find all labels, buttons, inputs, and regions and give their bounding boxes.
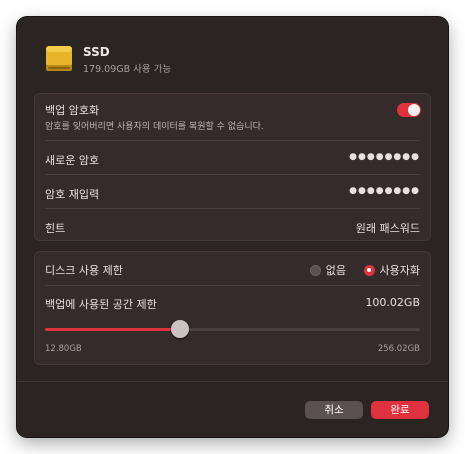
drive-name: SSD bbox=[83, 45, 110, 59]
disk-limit-title: 디스크 사용 제한 bbox=[45, 264, 123, 277]
divider bbox=[45, 285, 420, 286]
confirm-password-label: 암호 재입력 bbox=[45, 188, 100, 201]
radio-custom[interactable]: 사용자화 bbox=[363, 262, 420, 278]
encryption-toggle[interactable] bbox=[397, 103, 421, 117]
radio-none-label: 없음 bbox=[325, 264, 346, 277]
new-password-label: 새로운 암호 bbox=[45, 154, 100, 167]
divider bbox=[45, 140, 420, 141]
slider-max-label: 256.02GB bbox=[377, 344, 420, 354]
slider-fill bbox=[45, 328, 180, 331]
hint-label: 힌트 bbox=[45, 222, 66, 235]
radio-button-unselected[interactable] bbox=[309, 264, 321, 276]
slider-knob[interactable] bbox=[171, 320, 189, 338]
space-limit-slider[interactable] bbox=[45, 320, 420, 338]
encryption-group: 백업 암호화 암호를 잊어버리면 사용자의 데이터를 복원할 수 없습니다. 새… bbox=[34, 93, 431, 241]
space-limit-label: 백업에 사용된 공간 제한 bbox=[45, 298, 157, 311]
ssd-drive-icon bbox=[46, 46, 72, 71]
divider bbox=[45, 208, 420, 209]
toggle-knob bbox=[408, 104, 420, 116]
footer-divider bbox=[17, 381, 448, 382]
confirm-password-field[interactable]: ●●●●●●●● bbox=[349, 186, 420, 196]
hint-field[interactable]: 원래 패스워드 bbox=[356, 220, 420, 236]
radio-custom-label: 사용자화 bbox=[379, 264, 420, 277]
encryption-title: 백업 암호화 bbox=[45, 104, 100, 117]
divider bbox=[45, 174, 420, 175]
encryption-description: 암호를 잊어버리면 사용자의 데이터를 복원할 수 없습니다. bbox=[45, 122, 264, 132]
slider-min-label: 12.80GB bbox=[45, 344, 82, 354]
drive-available-space: 179.09GB 사용 가능 bbox=[83, 64, 172, 75]
space-limit-value: 100.02GB bbox=[365, 296, 420, 309]
disk-limit-group: 디스크 사용 제한 없음 사용자화 백업에 사용된 공간 제한 100.02GB… bbox=[34, 251, 431, 365]
done-button[interactable]: 완료 bbox=[371, 401, 429, 419]
radio-button-selected[interactable] bbox=[363, 264, 375, 276]
drive-header: SSD 179.09GB 사용 가능 bbox=[45, 43, 425, 75]
radio-none[interactable]: 없음 bbox=[309, 262, 346, 278]
cancel-button[interactable]: 취소 bbox=[305, 401, 363, 419]
new-password-field[interactable]: ●●●●●●●● bbox=[349, 152, 420, 162]
backup-options-dialog: SSD 179.09GB 사용 가능 백업 암호화 암호를 잊어버리면 사용자의… bbox=[17, 17, 448, 437]
